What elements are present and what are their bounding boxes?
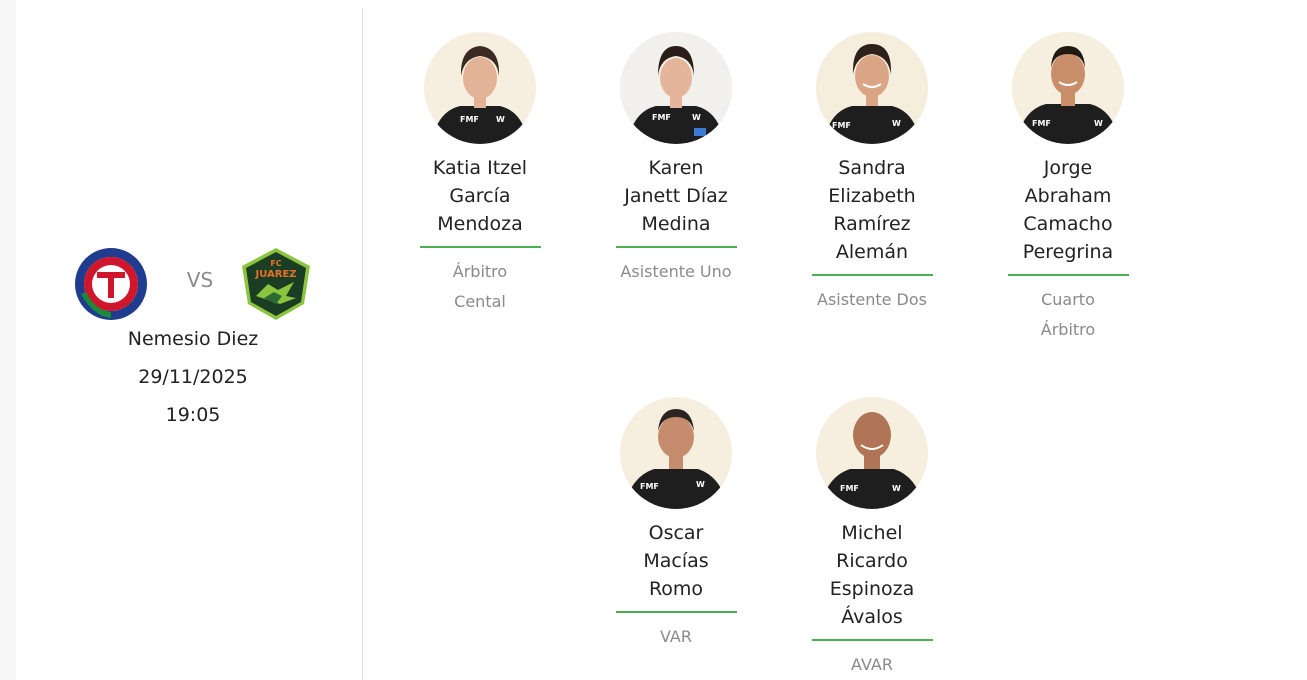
referee-name: Katia Itzel García Mendoza	[404, 154, 556, 238]
referee-name-line: Oscar	[648, 522, 704, 544]
referee-photo-avatar: FMF W	[620, 32, 732, 144]
referee-name: Oscar Macías Romo	[600, 519, 752, 603]
referee-role-line: Asistente Dos	[817, 290, 927, 309]
referee-role-line: Árbitro	[452, 262, 508, 281]
referee-role: Asistente Dos	[796, 285, 948, 315]
referee-name: Karen Janett Díaz Medina	[600, 154, 752, 238]
referee-name-line: Mendoza	[437, 213, 523, 235]
referee-name-line: Janett Díaz	[624, 185, 728, 207]
vs-label: VS	[186, 268, 214, 292]
referee-role-line: AVAR	[851, 655, 893, 674]
svg-text:W: W	[692, 113, 701, 122]
referee-role: Asistente Uno	[600, 257, 752, 287]
referee-name-line: Karen	[648, 157, 704, 179]
svg-text:FMF: FMF	[460, 115, 479, 124]
referee-name-line: Abraham	[1024, 185, 1112, 207]
referee-role-line: Árbitro	[1040, 320, 1096, 339]
referee-name-line: Camacho	[1023, 213, 1113, 235]
svg-text:FMF: FMF	[652, 113, 671, 122]
referee-name-line: Sandra	[838, 157, 906, 179]
panel-divider	[362, 8, 363, 680]
referee-name-line: Alemán	[835, 241, 909, 263]
referee-photo-avatar: FMF W	[424, 32, 536, 144]
referee-role-line: Asistente Uno	[620, 262, 732, 281]
page: VS FC JUAREZ Nemesio Diez 29/11/2025 19:…	[16, 0, 1307, 680]
venue-label: Nemesio Diez	[127, 328, 259, 350]
referee-name-line: Peregrina	[1022, 241, 1114, 263]
name-underline	[1008, 274, 1129, 276]
svg-text:JUAREZ: JUAREZ	[254, 269, 296, 280]
match-time: 19:05	[165, 404, 221, 426]
svg-text:W: W	[1094, 119, 1103, 128]
referee-role: VAR	[600, 622, 752, 652]
referee-role-line: Cental	[454, 292, 506, 311]
name-underline	[812, 639, 933, 641]
match-date: 29/11/2025	[138, 366, 248, 388]
referee-name-line: Medina	[641, 213, 711, 235]
name-underline	[420, 246, 541, 248]
referee-role: AVAR	[796, 650, 948, 680]
referee-role: Cuarto Árbitro	[992, 285, 1144, 345]
referee-name: Sandra Elizabeth Ramírez Alemán	[796, 154, 948, 266]
referee-photo-avatar: FMF W	[816, 397, 928, 509]
svg-text:W: W	[696, 480, 705, 489]
svg-text:FMF: FMF	[640, 482, 659, 491]
referee-name-line: García	[449, 185, 511, 207]
referee-name-line: Ávalos	[841, 606, 903, 628]
referee-name-line: Ramírez	[833, 213, 911, 235]
svg-text:FMF: FMF	[840, 484, 859, 493]
svg-text:FMF: FMF	[1032, 119, 1051, 128]
svg-text:W: W	[892, 119, 901, 128]
name-underline	[616, 611, 737, 613]
referee-name-line: Katia Itzel	[432, 157, 528, 179]
referee-name-line: Michel	[841, 522, 903, 544]
match-info: VS FC JUAREZ Nemesio Diez 29/11/2025 19:…	[16, 240, 362, 440]
referee-name-line: Elizabeth	[828, 185, 916, 207]
referee-photo-avatar: FMF W	[1012, 32, 1124, 144]
referee-photo-avatar: FMF W	[620, 397, 732, 509]
name-underline	[812, 274, 933, 276]
referee-role-line: VAR	[660, 627, 692, 646]
juarez-logo-icon[interactable]: FC JUAREZ	[238, 246, 314, 322]
toluca-logo-icon[interactable]	[73, 246, 149, 322]
referee-name-line: Macías	[643, 550, 709, 572]
svg-text:FC: FC	[270, 259, 281, 268]
referee-role-line: Cuarto	[1041, 290, 1095, 309]
referee-name: Jorge Abraham Camacho Peregrina	[992, 154, 1144, 266]
svg-text:W: W	[496, 115, 505, 124]
name-underline	[616, 246, 737, 248]
referee-name-line: Jorge	[1043, 157, 1093, 179]
referee-name-line: Espinoza	[829, 578, 915, 600]
svg-text:W: W	[892, 484, 901, 493]
referee-name-line: Ricardo	[836, 550, 908, 572]
referee-role: Árbitro Cental	[404, 257, 556, 317]
referee-photo-avatar: FMF W	[816, 32, 928, 144]
referee-name: Michel Ricardo Espinoza Ávalos	[796, 519, 948, 631]
svg-text:FMF: FMF	[832, 121, 851, 130]
referee-name-line: Romo	[648, 578, 704, 600]
